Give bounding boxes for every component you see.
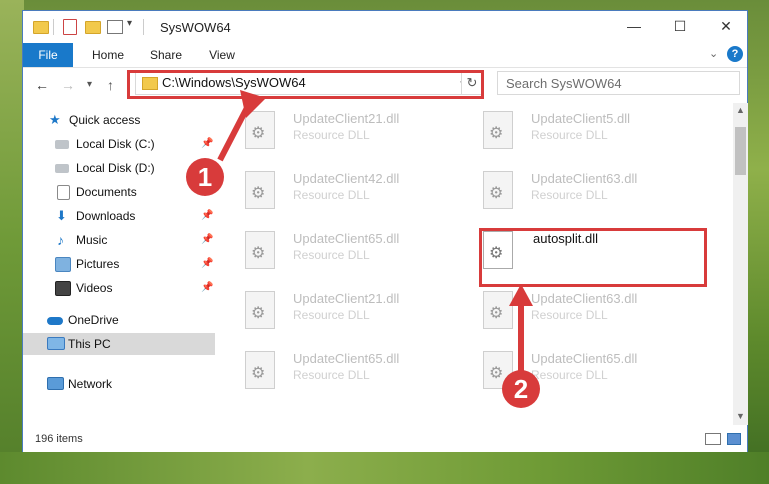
annotation-arrows [217, 90, 533, 372]
annotation-marker-2: 2 [502, 370, 540, 408]
annotation-marker-1: 1 [186, 158, 224, 196]
arrow-2 [509, 284, 533, 372]
arrow-1 [217, 90, 266, 162]
